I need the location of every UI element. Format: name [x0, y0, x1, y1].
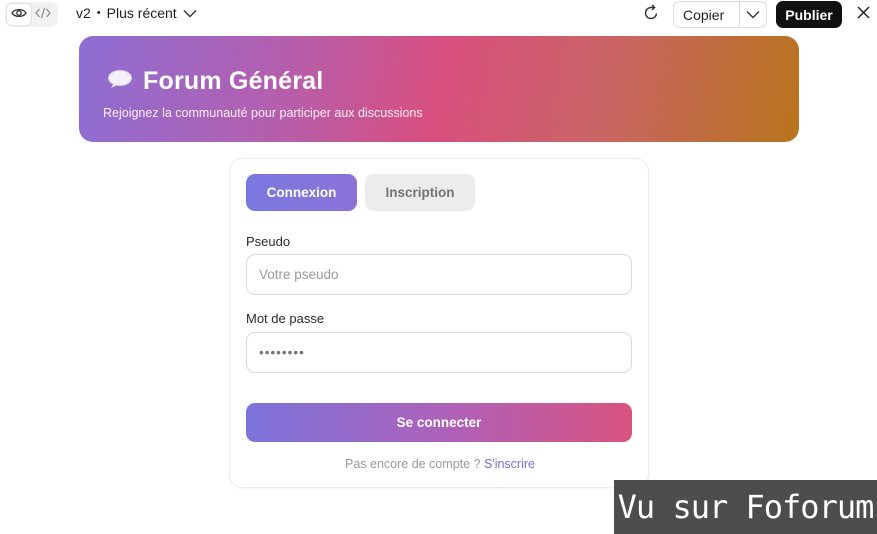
preview-mode-button[interactable] — [7, 4, 31, 25]
banner-subtitle: Rejoignez la communauté pour participer … — [103, 106, 423, 120]
view-mode-toggle — [5, 2, 58, 27]
signup-link[interactable]: S'inscrire — [484, 457, 535, 471]
copy-button[interactable]: Copier — [674, 7, 739, 23]
banner-title-row: Forum Général — [107, 67, 323, 96]
version-selector[interactable]: v2 • Plus récent — [76, 5, 197, 21]
auth-card: Connexion Inscription Pseudo Mot de pass… — [229, 158, 649, 488]
speech-bubble-icon — [107, 69, 133, 94]
refresh-button[interactable] — [640, 3, 662, 27]
refresh-icon — [642, 3, 660, 27]
login-submit-button[interactable]: Se connecter — [246, 403, 632, 442]
pseudo-input[interactable] — [246, 254, 632, 295]
tab-register[interactable]: Inscription — [365, 174, 475, 211]
watermark: Vu sur Foforum — [614, 480, 877, 534]
signup-prompt: Pas encore de compte ? S'inscrire — [230, 457, 650, 471]
page-title: Forum Général — [143, 67, 324, 95]
chevron-down-icon — [183, 5, 197, 21]
top-toolbar: v2 • Plus récent Copier Publier — [0, 0, 877, 29]
signup-prompt-text: Pas encore de compte ? — [345, 457, 481, 471]
version-separator: • — [96, 7, 101, 19]
forum-banner: Forum Général Rejoignez la communauté po… — [79, 36, 799, 142]
copy-options-button[interactable] — [740, 2, 766, 27]
pseudo-label: Pseudo — [246, 234, 291, 249]
version-number: v2 — [76, 5, 91, 21]
chevron-down-icon — [746, 6, 760, 24]
version-label: Plus récent — [106, 5, 177, 21]
copy-button-group: Copier — [673, 1, 767, 28]
password-input[interactable] — [246, 332, 632, 373]
password-label: Mot de passe — [246, 311, 325, 326]
eye-icon — [11, 6, 27, 24]
tab-login[interactable]: Connexion — [246, 174, 357, 211]
close-button[interactable] — [854, 5, 873, 24]
close-icon — [857, 5, 870, 24]
code-mode-button[interactable] — [31, 4, 55, 25]
code-icon — [35, 6, 51, 24]
publish-button[interactable]: Publier — [776, 1, 842, 28]
